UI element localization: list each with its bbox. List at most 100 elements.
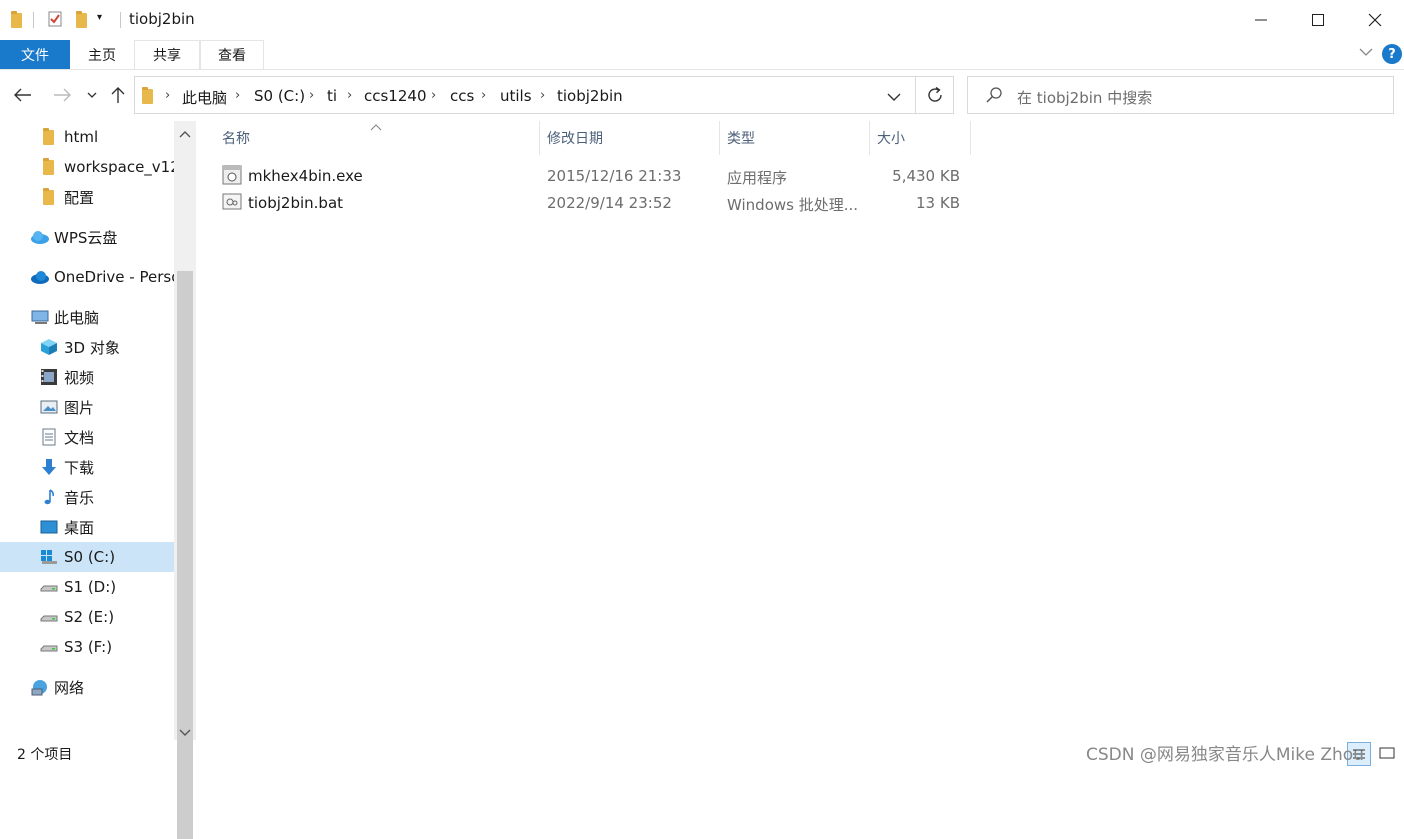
tab-share[interactable]: 共享 bbox=[134, 40, 200, 69]
column-header-type[interactable]: 类型 bbox=[721, 121, 870, 155]
sidebar-item-workspace[interactable]: workspace_v12 bbox=[40, 152, 174, 182]
file-row[interactable]: mkhex4bin.exe 2015/12/16 21:33 应用程序 5,43… bbox=[216, 163, 966, 189]
sidebar-item-drive-c[interactable]: S0 (C:) bbox=[0, 542, 174, 572]
chevron-right-icon[interactable]: › bbox=[481, 88, 486, 103]
column-header-name[interactable]: 名称 bbox=[216, 121, 540, 155]
folder-icon bbox=[40, 188, 58, 206]
file-list: 名称 修改日期 类型 大小 mkhex4bin.exe 2015/12/16 2… bbox=[196, 121, 1404, 740]
column-header-size[interactable]: 大小 bbox=[871, 121, 971, 155]
search-box[interactable]: 在 tiobj2bin 中搜索 bbox=[967, 76, 1394, 114]
maximize-button[interactable] bbox=[1289, 0, 1347, 40]
refresh-icon[interactable] bbox=[926, 86, 944, 108]
sidebar-item-label: WPS云盘 bbox=[54, 228, 118, 247]
breadcrumb-ccs1240[interactable]: ccs1240 bbox=[364, 87, 426, 105]
sidebar-item-drive-e[interactable]: S2 (E:) bbox=[40, 602, 174, 632]
sidebar-item-label: 3D 对象 bbox=[64, 338, 120, 357]
sidebar-item-label: 视频 bbox=[64, 368, 95, 387]
up-button[interactable] bbox=[107, 83, 129, 107]
sidebar-item-label: 配置 bbox=[64, 188, 95, 207]
separator bbox=[120, 12, 121, 28]
item-count: 2 个项目 bbox=[17, 747, 73, 763]
scroll-down-icon[interactable] bbox=[179, 725, 191, 741]
large-icons-view-button[interactable] bbox=[1376, 742, 1400, 766]
chevron-right-icon[interactable]: › bbox=[309, 88, 314, 103]
minimize-button[interactable] bbox=[1232, 0, 1290, 40]
window-title: tiobj2bin bbox=[129, 10, 195, 28]
sidebar-item-label: 下载 bbox=[64, 458, 95, 477]
search-placeholder: 在 tiobj2bin 中搜索 bbox=[1017, 89, 1153, 107]
help-icon[interactable]: ? bbox=[1382, 44, 1402, 64]
folder-icon bbox=[142, 87, 153, 104]
sidebar-item-label: 图片 bbox=[64, 398, 95, 417]
sidebar-item-music[interactable]: 音乐 bbox=[40, 482, 174, 512]
sidebar-item-label: workspace_v12 bbox=[64, 158, 174, 176]
navigation-pane: html workspace_v12 配置 WPS云盘 OneDrive - P… bbox=[0, 121, 196, 839]
sidebar-item-label: 网络 bbox=[54, 678, 85, 697]
tab-home[interactable]: 主页 bbox=[70, 40, 134, 69]
sidebar-item-desktop[interactable]: 桌面 bbox=[40, 512, 174, 542]
chevron-right-icon[interactable]: › bbox=[347, 88, 352, 103]
new-folder-icon[interactable] bbox=[76, 11, 87, 28]
back-button[interactable] bbox=[12, 83, 34, 107]
properties-icon[interactable] bbox=[47, 11, 63, 27]
sidebar-item-network[interactable]: 网络 bbox=[30, 672, 174, 702]
sidebar-item-onedrive[interactable]: OneDrive - Personal bbox=[30, 262, 174, 292]
sidebar-item-label: 音乐 bbox=[64, 488, 95, 507]
music-icon bbox=[40, 488, 58, 506]
sidebar-item-documents[interactable]: 文档 bbox=[40, 422, 174, 452]
tab-file[interactable]: 文件 bbox=[0, 40, 70, 69]
breadcrumb-ti[interactable]: ti bbox=[327, 87, 337, 105]
title-bar: ▾ tiobj2bin bbox=[0, 0, 1404, 40]
sidebar-item-html[interactable]: html bbox=[40, 122, 174, 152]
drive-icon bbox=[40, 608, 58, 626]
bat-icon bbox=[222, 193, 242, 215]
scroll-up-icon[interactable] bbox=[179, 126, 191, 142]
column-header-date[interactable]: 修改日期 bbox=[541, 121, 720, 155]
file-modified: 2015/12/16 21:33 bbox=[547, 167, 682, 185]
breadcrumb-this-pc[interactable]: 此电脑 bbox=[182, 87, 227, 108]
file-size: 5,430 KB bbox=[892, 167, 960, 185]
file-size: 13 KB bbox=[916, 194, 960, 212]
customize-toolbar-icon[interactable]: ▾ bbox=[97, 12, 113, 28]
sidebar-item-3d-objects[interactable]: 3D 对象 bbox=[40, 332, 174, 362]
recent-locations-button[interactable] bbox=[82, 83, 102, 107]
address-bar[interactable]: › 此电脑 › S0 (C:) › ti › ccs1240 › ccs › u… bbox=[134, 76, 954, 114]
sidebar-item-videos[interactable]: 视频 bbox=[40, 362, 174, 392]
sidebar-item-label: S3 (F:) bbox=[64, 638, 113, 656]
breadcrumb-drive[interactable]: S0 (C:) bbox=[254, 87, 305, 105]
sidebar-item-label: 此电脑 bbox=[54, 308, 100, 327]
sidebar-item-label: S2 (E:) bbox=[64, 608, 115, 626]
sidebar-item-label: html bbox=[64, 128, 99, 146]
tab-view[interactable]: 查看 bbox=[200, 40, 264, 69]
sidebar-item-drive-f[interactable]: S3 (F:) bbox=[40, 632, 174, 662]
chevron-right-icon[interactable]: › bbox=[540, 88, 545, 103]
sidebar-item-drive-d[interactable]: S1 (D:) bbox=[40, 572, 174, 602]
chevron-right-icon[interactable]: › bbox=[165, 88, 170, 103]
cube-icon bbox=[40, 338, 58, 356]
close-button[interactable] bbox=[1346, 0, 1404, 40]
file-row[interactable]: tiobj2bin.bat 2022/9/14 23:52 Windows 批处… bbox=[216, 190, 966, 216]
address-dropdown-icon[interactable] bbox=[887, 90, 901, 106]
folder-icon bbox=[11, 11, 22, 28]
forward-button[interactable] bbox=[51, 83, 73, 107]
expand-ribbon-icon[interactable] bbox=[1359, 46, 1373, 60]
file-name: mkhex4bin.exe bbox=[248, 167, 363, 185]
chevron-right-icon[interactable]: › bbox=[431, 88, 436, 103]
download-icon bbox=[40, 458, 58, 476]
watermark: CSDN @网易独家音乐人Mike Zhou bbox=[1086, 745, 1364, 765]
breadcrumb-current[interactable]: tiobj2bin bbox=[557, 87, 623, 105]
folder-icon bbox=[40, 158, 58, 176]
breadcrumb-utils[interactable]: utils bbox=[500, 87, 532, 105]
sidebar-item-wps-cloud[interactable]: WPS云盘 bbox=[30, 222, 174, 252]
sidebar-item-config[interactable]: 配置 bbox=[40, 182, 174, 212]
sidebar-item-downloads[interactable]: 下载 bbox=[40, 452, 174, 482]
sidebar-item-pictures[interactable]: 图片 bbox=[40, 392, 174, 422]
exe-icon bbox=[222, 165, 242, 189]
file-name: tiobj2bin.bat bbox=[248, 194, 344, 212]
sidebar-item-this-pc[interactable]: 此电脑 bbox=[30, 302, 174, 332]
network-icon bbox=[30, 678, 48, 696]
sidebar-item-label: 文档 bbox=[64, 428, 95, 447]
sidebar-item-label: OneDrive - Personal bbox=[54, 268, 174, 286]
breadcrumb-ccs[interactable]: ccs bbox=[450, 87, 474, 105]
chevron-right-icon[interactable]: › bbox=[235, 88, 240, 103]
